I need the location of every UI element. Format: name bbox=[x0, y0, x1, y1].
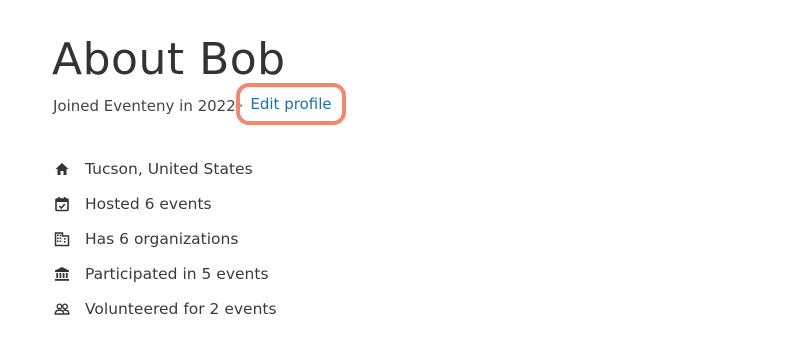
edit-profile-highlight: Edit profile bbox=[236, 83, 346, 125]
stat-label: Hosted 6 events bbox=[85, 194, 212, 213]
stat-organizations: Has 6 organizations bbox=[53, 221, 277, 256]
home-icon bbox=[53, 160, 71, 178]
institution-icon bbox=[53, 265, 71, 283]
stat-label: Participated in 5 events bbox=[85, 264, 269, 283]
stat-label: Volunteered for 2 events bbox=[85, 299, 277, 318]
stat-label: Has 6 organizations bbox=[85, 229, 239, 248]
profile-subtitle: Joined Eventeny in 2022 · bbox=[53, 96, 247, 116]
people-icon bbox=[53, 300, 71, 318]
stat-hosted-events: Hosted 6 events bbox=[53, 186, 277, 221]
page-title: About Bob bbox=[52, 34, 286, 85]
joined-text: Joined Eventeny in 2022 bbox=[53, 97, 236, 115]
stat-participated-events: Participated in 5 events bbox=[53, 256, 277, 291]
stat-location: Tucson, United States bbox=[53, 151, 277, 186]
stat-label: Tucson, United States bbox=[85, 159, 253, 178]
calendar-check-icon bbox=[53, 195, 71, 213]
building-icon bbox=[53, 230, 71, 248]
profile-stats-list: Tucson, United States Hosted 6 events Ha… bbox=[53, 151, 277, 326]
stat-volunteered-events: Volunteered for 2 events bbox=[53, 291, 277, 326]
edit-profile-link[interactable]: Edit profile bbox=[250, 94, 331, 114]
